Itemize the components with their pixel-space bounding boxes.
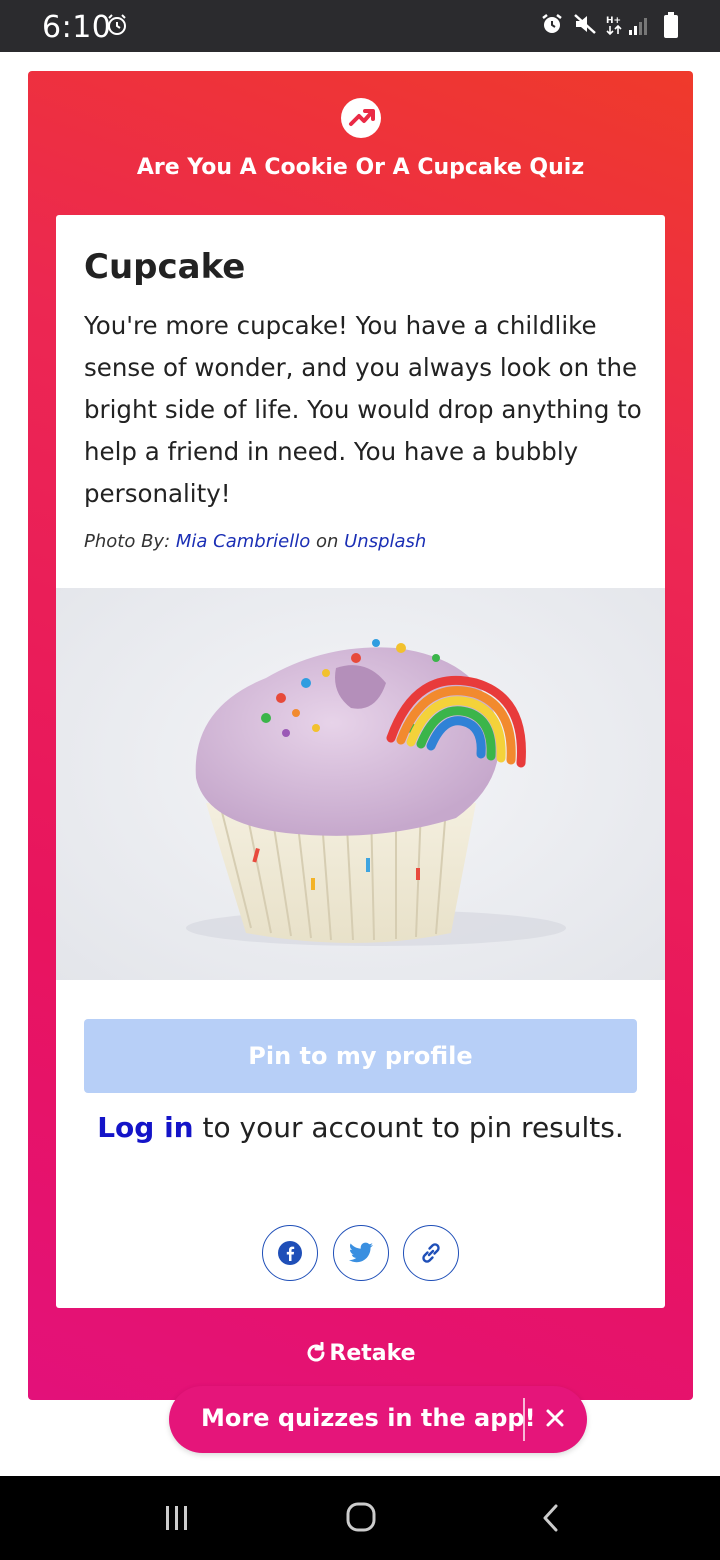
battery-icon bbox=[664, 12, 678, 43]
result-panel: Cupcake You're more cupcake! You have a … bbox=[56, 215, 665, 1308]
refresh-icon bbox=[307, 1341, 325, 1362]
signal-icon bbox=[628, 16, 650, 41]
quiz-result-card: Are You A Cookie Or A Cupcake Quiz Cupca… bbox=[28, 71, 693, 1400]
credit-source-link[interactable]: Unsplash bbox=[344, 531, 426, 552]
close-icon[interactable] bbox=[537, 1400, 573, 1436]
back-icon[interactable] bbox=[538, 1500, 564, 1541]
status-bar: 6:10 H+ bbox=[0, 0, 720, 52]
recent-apps-icon[interactable] bbox=[160, 1502, 194, 1539]
data-arrows-icon: H+ bbox=[606, 14, 622, 41]
trending-badge-icon bbox=[341, 98, 381, 138]
mute-icon bbox=[572, 12, 598, 41]
retake-button[interactable]: Retake bbox=[28, 1341, 693, 1366]
banner-divider bbox=[523, 1398, 525, 1441]
alarm-icon bbox=[540, 12, 564, 41]
facebook-icon bbox=[278, 1241, 302, 1265]
result-title: Cupcake bbox=[84, 247, 246, 287]
cupcake-photo bbox=[56, 588, 665, 980]
credit-prefix: Photo By: bbox=[84, 531, 171, 552]
link-icon bbox=[422, 1243, 440, 1263]
alarm-clock-status-icon bbox=[106, 13, 128, 42]
home-icon[interactable] bbox=[344, 1500, 380, 1541]
login-prompt: Log in to your account to pin results. bbox=[56, 1111, 665, 1144]
share-twitter-button[interactable] bbox=[333, 1225, 389, 1281]
credit-author-link[interactable]: Mia Cambriello bbox=[176, 531, 310, 552]
retake-label: Retake bbox=[329, 1341, 416, 1366]
credit-on: on bbox=[315, 531, 339, 552]
login-link[interactable]: Log in bbox=[97, 1111, 193, 1144]
result-description: You're more cupcake! You have a childlik… bbox=[84, 311, 642, 508]
login-prompt-text: to your account to pin results. bbox=[193, 1111, 624, 1144]
status-time: 6:10 bbox=[42, 10, 112, 45]
svg-text:H+: H+ bbox=[606, 16, 621, 26]
system-nav-bar bbox=[0, 1476, 720, 1560]
app-promo-label[interactable]: More quizzes in the app! bbox=[201, 1404, 536, 1432]
share-facebook-button[interactable] bbox=[262, 1225, 318, 1281]
quiz-title: Are You A Cookie Or A Cupcake Quiz bbox=[136, 155, 585, 180]
copy-link-button[interactable] bbox=[403, 1225, 459, 1281]
photo-credit: Photo By: Mia Cambriello on Unsplash bbox=[84, 531, 426, 552]
pin-to-profile-button[interactable]: Pin to my profile bbox=[84, 1019, 637, 1093]
app-promo-banner[interactable]: More quizzes in the app! bbox=[169, 1386, 587, 1453]
twitter-icon bbox=[349, 1242, 373, 1263]
